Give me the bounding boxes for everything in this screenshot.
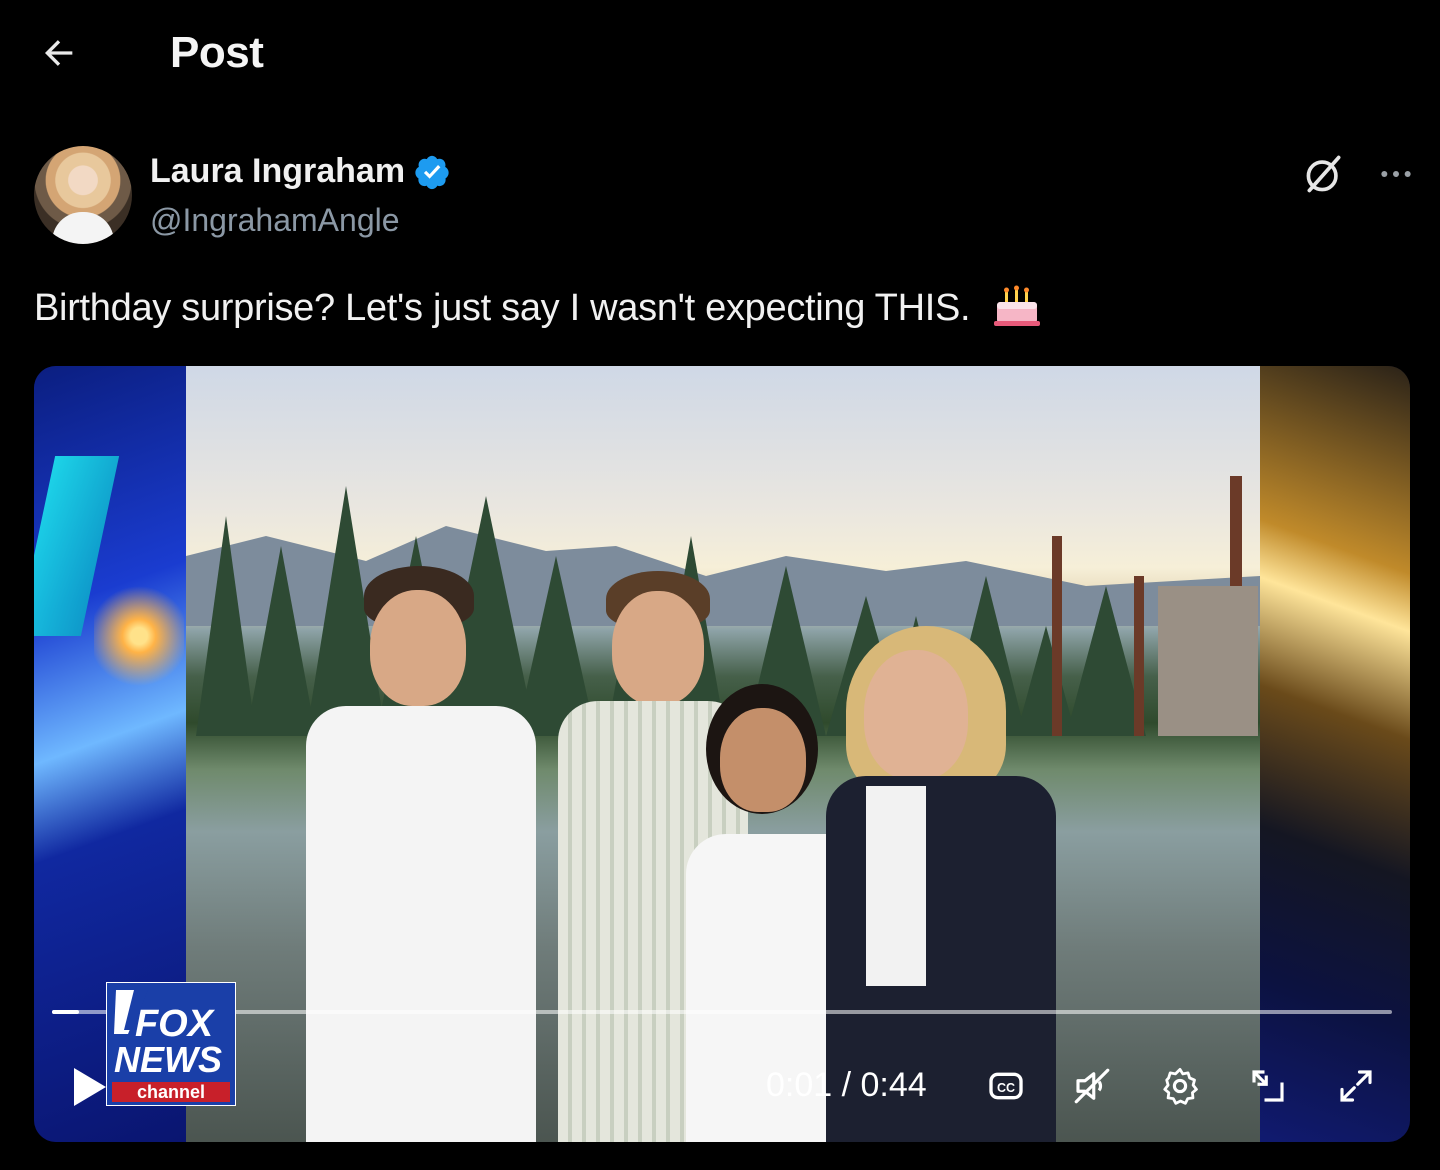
play-icon <box>74 1068 106 1106</box>
svg-text:CC: CC <box>997 1081 1015 1095</box>
play-button[interactable] <box>70 1066 110 1108</box>
pip-button[interactable] <box>1246 1064 1290 1108</box>
arrow-left-icon <box>45 40 73 66</box>
settings-icon <box>1163 1067 1198 1105</box>
mute-icon <box>1074 1068 1110 1104</box>
logo-line-2: NEWS <box>114 1039 222 1080</box>
logo-line-3: channel <box>137 1082 205 1102</box>
verified-badge-icon <box>415 155 449 189</box>
progress-bar[interactable] <box>52 1010 1392 1014</box>
post-body: Birthday surprise? Let's just say I wasn… <box>34 287 971 329</box>
captions-button[interactable]: CC <box>984 1064 1028 1108</box>
grok-icon <box>1306 155 1341 193</box>
post-author: Laura Ingraham @IngrahamAngle <box>34 146 1414 246</box>
page-title: Post <box>170 28 264 77</box>
fox-news-logo: FOX NEWS channel <box>106 982 236 1106</box>
fullscreen-icon <box>1340 1070 1372 1102</box>
video-frame <box>186 366 1260 1142</box>
progress-fill <box>52 1010 79 1014</box>
more-horizontal-icon <box>1381 171 1411 177</box>
mute-button[interactable] <box>1070 1064 1114 1108</box>
video-player[interactable]: FOX NEWS channel 0:01 / 0:44 CC <box>34 366 1410 1142</box>
pip-icon <box>1252 1070 1284 1102</box>
author-handle[interactable]: @IngrahamAngle <box>150 202 400 239</box>
studio-background-right <box>1260 366 1410 1142</box>
avatar[interactable] <box>34 146 132 244</box>
birthday-cake-icon <box>993 285 1040 326</box>
fullscreen-button[interactable] <box>1334 1064 1378 1108</box>
grok-button[interactable] <box>1300 150 1348 198</box>
more-button[interactable] <box>1372 150 1420 198</box>
post-text: Birthday surprise? Let's just say I wasn… <box>34 284 1043 330</box>
captions-icon: CC <box>989 1072 1023 1100</box>
top-bar: Post <box>0 0 1440 110</box>
author-name-row[interactable]: Laura Ingraham <box>150 152 451 191</box>
author-name[interactable]: Laura Ingraham <box>150 152 405 191</box>
time-display: 0:01 / 0:44 <box>766 1066 927 1104</box>
settings-button[interactable] <box>1158 1064 1202 1108</box>
back-button[interactable] <box>36 30 82 76</box>
